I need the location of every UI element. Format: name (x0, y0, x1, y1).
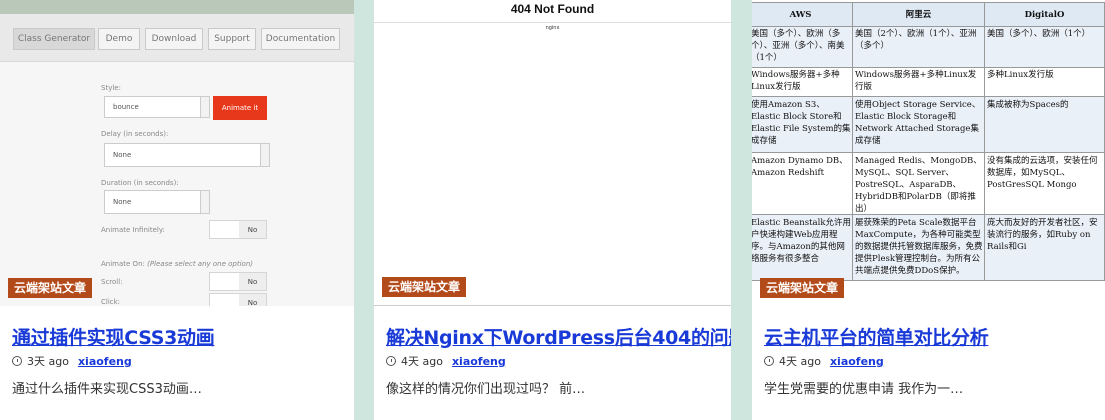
category-badge[interactable]: 云端架站文章 (760, 278, 845, 298)
post-thumbnail[interactable]: 404 Not Found nginx 云端架站文章 (374, 0, 731, 306)
post-author[interactable]: xiaofeng (78, 355, 132, 368)
duration-value: None (113, 198, 132, 206)
post-card-nginx[interactable]: 404 Not Found nginx 云端架站文章 解决Nginx下WordP… (374, 0, 731, 420)
toggle-no: No (239, 221, 266, 238)
table-cell: Windows服务器+多种Linux发行版 (852, 67, 985, 97)
infinite-toggle: No (209, 220, 267, 239)
duration-label: Duration (in seconds): (101, 179, 179, 187)
category-badge[interactable]: 云端架站文章 (382, 277, 467, 297)
table-row: Elastic Beanstalk允许用户快速构建Web应用程序。与Amazon… (752, 214, 1105, 281)
post-excerpt: 学生党需要的优惠申请 我作为一… (764, 382, 964, 397)
post-meta: 4天 ago xiaofeng (386, 353, 506, 369)
category-badge[interactable]: 云端架站文章 (8, 278, 93, 298)
post-author[interactable]: xiaofeng (830, 355, 884, 368)
animate-on-note: (Please select any one option) (147, 260, 253, 268)
post-thumbnail[interactable]: Class Generator Demo Download Support Do… (0, 0, 354, 306)
clock-icon (764, 356, 774, 366)
header-cell: DigitalO (984, 2, 1105, 27)
table-row: 使用Amazon S3、Elastic Block Store和Elastic … (752, 96, 1105, 153)
scroll-toggle: No (209, 272, 267, 291)
table-cell: 多种Linux发行版 (984, 67, 1105, 97)
delay-select: None (104, 143, 270, 167)
duration-select: None (104, 190, 210, 214)
server-name: nginx (545, 25, 560, 31)
animate-on-label: Animate On: (Please select any one optio… (101, 260, 253, 268)
delay-label: Delay (in seconds): (101, 130, 169, 138)
table-header-row: AWS 阿里云 DigitalO (752, 2, 1105, 27)
table-cell: 使用Amazon S3、Elastic Block Store和Elastic … (752, 96, 853, 153)
post-author[interactable]: xiaofeng (452, 355, 506, 368)
table-cell: Elastic Beanstalk允许用户快速构建Web应用程序。与Amazon… (752, 214, 853, 281)
chevron-down-icon (260, 144, 269, 166)
post-excerpt: 像这样的情况你们出现过吗？ 前… (386, 382, 586, 397)
post-thumbnail[interactable]: AWS 阿里云 DigitalO 美国（多个）、欧洲（多个）、亚洲（多个）、南美… (752, 0, 1105, 306)
table-row: Windows服务器+多种Linux发行版 Windows服务器+多种Linux… (752, 67, 1105, 97)
post-meta: 4天 ago xiaofeng (764, 353, 884, 369)
post-meta: 3天 ago xiaofeng (12, 353, 132, 369)
nav-documentation: Documentation (261, 28, 340, 50)
error-heading: 404 Not Found (510, 2, 595, 16)
screenshot-topbar (0, 0, 354, 14)
table-cell: 屡获殊荣的Peta Scale数据平台MaxCompute，为各种可能类型的数据… (852, 214, 985, 281)
post-excerpt: 通过什么插件来实现CSS3动画… (12, 382, 202, 397)
nav-class-generator: Class Generator (13, 28, 95, 50)
comparison-table: AWS 阿里云 DigitalO 美国（多个）、欧洲（多个）、亚洲（多个）、南美… (752, 2, 1105, 281)
chevron-down-icon (200, 191, 209, 213)
animate-it-button: Animate it (213, 96, 267, 120)
table-cell: 美国（多个）、欧洲（1个） (984, 26, 1105, 68)
chevron-down-icon (200, 97, 209, 117)
table-cell: 使用Object Storage Service、Elastic Block S… (852, 96, 985, 153)
post-card-css3[interactable]: Class Generator Demo Download Support Do… (0, 0, 354, 420)
toggle-no: No (239, 294, 266, 306)
clock-icon (12, 356, 22, 366)
post-time: 4天 ago (779, 355, 821, 368)
nav-demo: Demo (98, 28, 140, 50)
click-label: Click: (101, 298, 121, 306)
table-cell: 没有集成的云选项，安装任何数据库，如MySQL、PostGresSQL Mong… (984, 152, 1105, 215)
table-row: Amazon Dynamo DB、Amazon Redshift Managed… (752, 152, 1105, 215)
scroll-label: Scroll: (101, 278, 123, 286)
table-cell: Windows服务器+多种Linux发行版 (752, 67, 853, 97)
table-cell: 集成被称为Spaces的 (984, 96, 1105, 153)
delay-value: None (113, 151, 132, 159)
post-title[interactable]: 解决Nginx下WordPress后台404的问题 (386, 323, 731, 350)
post-card-cloud[interactable]: AWS 阿里云 DigitalO 美国（多个）、欧洲（多个）、亚洲（多个）、南美… (752, 0, 1105, 420)
toggle-no: No (239, 273, 266, 290)
style-select: bounce (104, 96, 210, 118)
post-title[interactable]: 云主机平台的简单对比分析 (764, 323, 989, 350)
divider (374, 22, 731, 23)
table-cell: Managed Redis、MongoDB、MySQL、SQL Server、P… (852, 152, 985, 215)
post-time: 4天 ago (401, 355, 443, 368)
post-title[interactable]: 通过插件实现CSS3动画 (12, 323, 215, 350)
table-cell: 庞大而友好的开发者社区，安装流行的服务，如Ruby on Rails和Gi (984, 214, 1105, 281)
header-cell: 阿里云 (852, 2, 985, 27)
table-cell: 美国（多个）、欧洲（多个）、亚洲（多个）、南美（1个） (752, 26, 853, 68)
infinite-label: Animate Infinitely: (101, 226, 165, 234)
table-cell: Amazon Dynamo DB、Amazon Redshift (752, 152, 853, 215)
click-toggle: No (209, 293, 267, 306)
header-cell: AWS (752, 2, 853, 27)
post-time: 3天 ago (27, 355, 69, 368)
style-label: Style: (101, 84, 121, 92)
animate-on-text: Animate On: (101, 260, 145, 268)
table-cell: 美国（2个）、欧洲（1个）、亚洲（多个） (852, 26, 985, 68)
clock-icon (386, 356, 396, 366)
nav-download: Download (145, 28, 203, 50)
nav-support: Support (208, 28, 256, 50)
table-row: 美国（多个）、欧洲（多个）、亚洲（多个）、南美（1个） 美国（2个）、欧洲（1个… (752, 26, 1105, 68)
style-value: bounce (113, 103, 139, 111)
